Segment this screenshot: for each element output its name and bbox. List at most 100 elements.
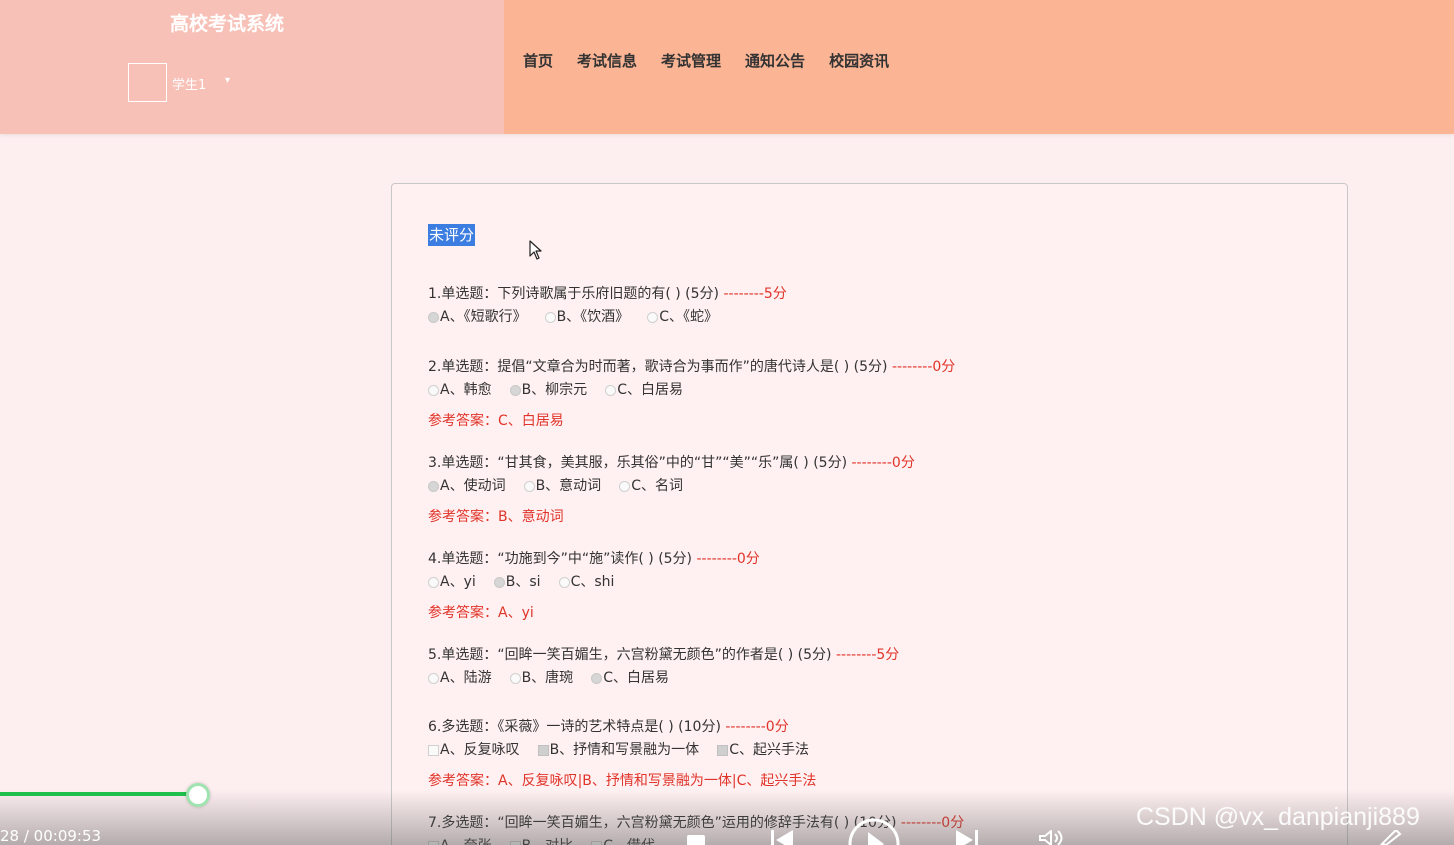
- radio-button[interactable]: [493, 576, 505, 588]
- reference-answer: 参考答案：A、反复咏叹|B、抒情和写景融为一体|C、起兴手法: [428, 773, 817, 789]
- main-nav: 首页 考试信息 考试管理 通知公告 校园资讯: [523, 50, 889, 71]
- question-item: 1.单选题：下列诗歌属于乐府旧题的有( ) (5分) --------5分 A、《…: [428, 284, 787, 327]
- reference-answer: 参考答案：A、yi: [428, 605, 534, 621]
- answer-option[interactable]: C、起兴手法: [717, 740, 809, 760]
- question-score: --------0分: [725, 719, 789, 735]
- option-label: B、《饮酒》: [556, 309, 630, 325]
- answer-option[interactable]: A、韩愈: [428, 380, 492, 400]
- question-score: --------5分: [723, 286, 787, 302]
- checkbox[interactable]: [537, 744, 549, 756]
- nav-item-exam-info[interactable]: 考试信息: [577, 50, 637, 71]
- exam-result-card: 未评分 1.单选题：下列诗歌属于乐府旧题的有( ) (5分) --------5…: [391, 183, 1348, 845]
- question-score: --------0分: [891, 359, 956, 375]
- option-label: A、yi: [440, 574, 476, 590]
- answer-option[interactable]: A、使动词: [428, 476, 506, 496]
- question-item: 3.单选题：“甘其食，美其服，乐其俗”中的“甘”“美”“乐”属( ) (5分) …: [428, 453, 915, 527]
- option-group: A、《短歌行》 B、《饮酒》 C、《蛇》: [428, 307, 787, 327]
- question-text: 6.多选题：《采薇》一诗的艺术特点是( ) (10分): [428, 719, 721, 735]
- answer-option[interactable]: A、《短歌行》: [428, 307, 527, 327]
- avatar[interactable]: [128, 63, 167, 102]
- option-label: C、shi: [570, 574, 615, 590]
- option-label: B、柳宗元: [521, 382, 588, 398]
- answer-option[interactable]: B、抒情和写景融为一体: [537, 740, 699, 760]
- pen-icon[interactable]: [1380, 830, 1404, 845]
- option-group: A、韩愈 B、柳宗元 C、白居易: [428, 380, 955, 400]
- radio-button[interactable]: [605, 384, 617, 396]
- answer-option[interactable]: C、白居易: [605, 380, 683, 400]
- question-item: 6.多选题：《采薇》一诗的艺术特点是( ) (10分) --------0分 A、…: [428, 717, 827, 791]
- question-title: 1.单选题：下列诗歌属于乐府旧题的有( ) (5分) --------5分: [428, 284, 787, 304]
- question-score: --------0分: [696, 551, 760, 567]
- option-label: C、起兴手法: [729, 742, 809, 758]
- question-item: 4.单选题：“功施到今”中“施”读作( ) (5分) --------0分 A、y…: [428, 549, 760, 623]
- user-menu-name[interactable]: 学生1: [172, 74, 206, 93]
- answer-option[interactable]: A、陆游: [428, 668, 492, 688]
- reference-answer: 参考答案：C、白居易: [428, 413, 564, 429]
- video-progress-handle[interactable]: [186, 783, 210, 807]
- checkbox[interactable]: [717, 744, 729, 756]
- option-group: A、yi B、si C、shi: [428, 572, 760, 592]
- answer-option[interactable]: B、si: [493, 572, 541, 592]
- option-label: A、使动词: [440, 478, 506, 494]
- nav-item-exam-manage[interactable]: 考试管理: [661, 50, 721, 71]
- next-icon[interactable]: [954, 830, 978, 845]
- option-label: C、名词: [631, 478, 683, 494]
- option-label: B、意动词: [535, 478, 602, 494]
- answer-option[interactable]: B、意动词: [523, 476, 602, 496]
- stop-icon[interactable]: [687, 835, 707, 845]
- radio-button[interactable]: [558, 576, 570, 588]
- question-item: 2.单选题：提倡“文章合为时而著，歌诗合为事而作”的唐代诗人是( ) (5分) …: [428, 357, 955, 431]
- reference-answer: 参考答案：B、意动词: [428, 509, 564, 525]
- previous-icon[interactable]: [771, 830, 795, 845]
- answer-option[interactable]: C、shi: [558, 572, 615, 592]
- question-text: 4.单选题：“功施到今”中“施”读作( ) (5分): [428, 551, 693, 567]
- answer-option[interactable]: B、柳宗元: [509, 380, 588, 400]
- nav-item-home[interactable]: 首页: [523, 50, 553, 71]
- radio-button[interactable]: [428, 311, 439, 323]
- question-title: 2.单选题：提倡“文章合为时而著，歌诗合为事而作”的唐代诗人是( ) (5分) …: [428, 357, 955, 377]
- option-label: A、陆游: [440, 670, 492, 686]
- answer-option[interactable]: A、反复咏叹: [428, 740, 520, 760]
- top-header: 高校考试系统 学生1 ▾ 首页 考试信息 考试管理 通知公告 校园资讯: [0, 0, 1454, 134]
- option-label: B、唐琬: [521, 670, 574, 686]
- radio-button[interactable]: [591, 672, 603, 684]
- question-text: 1.单选题：下列诗歌属于乐府旧题的有( ) (5分): [428, 286, 720, 302]
- nav-item-notices[interactable]: 通知公告: [745, 50, 805, 71]
- question-title: 4.单选题：“功施到今”中“施”读作( ) (5分) --------0分: [428, 549, 760, 569]
- answer-option[interactable]: C、《蛇》: [647, 307, 718, 327]
- radio-button[interactable]: [428, 480, 439, 492]
- radio-button[interactable]: [428, 672, 439, 684]
- option-label: A、反复咏叹: [440, 742, 520, 758]
- question-title: 6.多选题：《采薇》一诗的艺术特点是( ) (10分) --------0分: [428, 717, 827, 737]
- radio-button[interactable]: [619, 480, 631, 492]
- answer-option[interactable]: B、唐琬: [509, 668, 574, 688]
- site-title: 高校考试系统: [170, 13, 285, 35]
- answer-option[interactable]: A、yi: [428, 572, 476, 592]
- play-icon[interactable]: [848, 818, 900, 845]
- volume-icon[interactable]: [1038, 830, 1066, 845]
- question-score: --------0分: [851, 455, 915, 471]
- option-label: B、si: [505, 574, 541, 590]
- video-progress-bar[interactable]: [0, 792, 198, 796]
- chevron-down-icon[interactable]: ▾: [225, 75, 230, 86]
- answer-option[interactable]: C、白居易: [591, 668, 669, 688]
- radio-button[interactable]: [647, 311, 659, 323]
- nav-item-campus-news[interactable]: 校园资讯: [829, 50, 889, 71]
- option-label: A、韩愈: [440, 382, 492, 398]
- radio-button[interactable]: [509, 672, 521, 684]
- option-label: C、白居易: [603, 670, 669, 686]
- radio-button[interactable]: [509, 384, 521, 396]
- radio-button[interactable]: [428, 384, 439, 396]
- question-title: 5.单选题：“回眸一笑百媚生，六宫粉黛无颜色”的作者是( ) (5分) ----…: [428, 645, 899, 665]
- option-group: A、陆游 B、唐琬 C、白居易: [428, 668, 899, 688]
- radio-button[interactable]: [428, 576, 439, 588]
- question-text: 2.单选题：提倡“文章合为时而著，歌诗合为事而作”的唐代诗人是( ) (5分): [428, 359, 888, 375]
- grading-status: 未评分: [428, 224, 476, 246]
- checkbox[interactable]: [428, 744, 439, 756]
- radio-button[interactable]: [523, 480, 535, 492]
- answer-option[interactable]: C、名词: [619, 476, 683, 496]
- radio-button[interactable]: [544, 311, 556, 323]
- video-time-readout: 28 / 00:09:53: [0, 827, 102, 845]
- mouse-cursor-icon: [529, 240, 542, 260]
- answer-option[interactable]: B、《饮酒》: [544, 307, 630, 327]
